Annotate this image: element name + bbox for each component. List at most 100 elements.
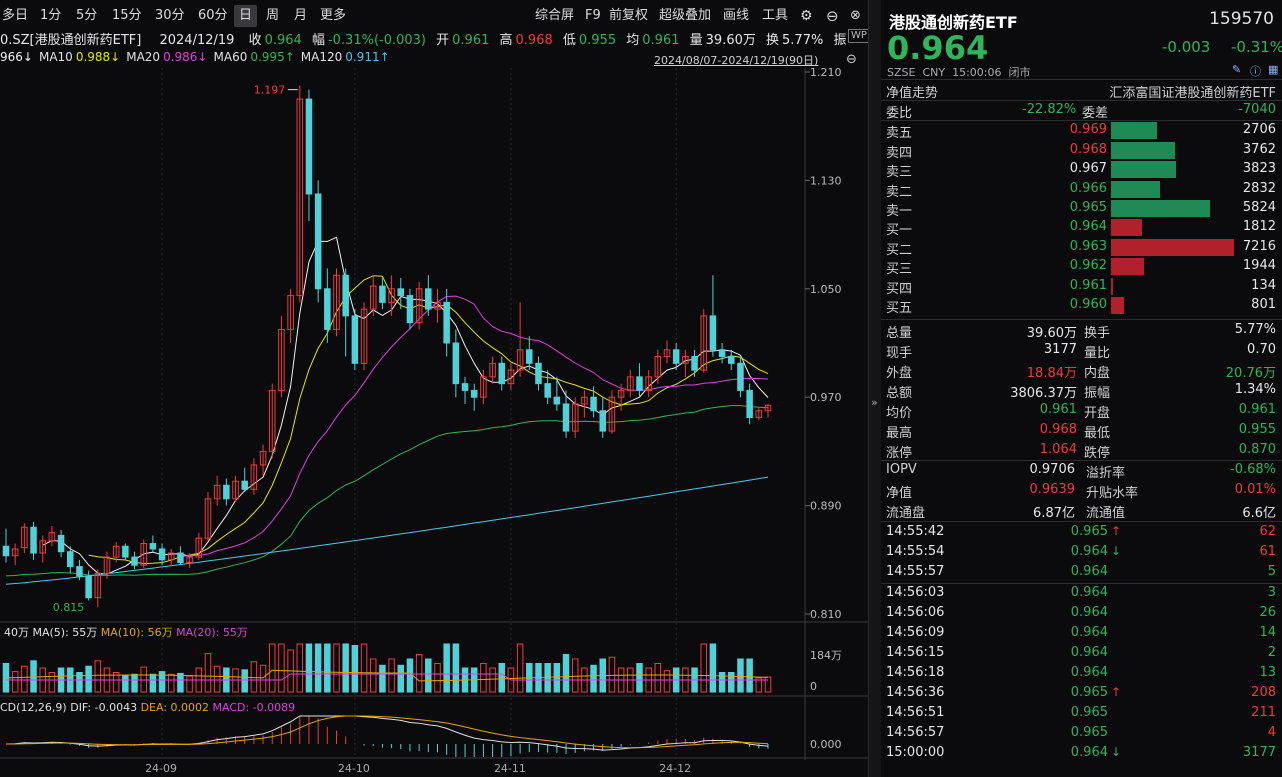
more-button[interactable]: 更多 bbox=[320, 5, 346, 27]
super-overlay-button[interactable]: 超级叠加 bbox=[659, 5, 711, 27]
tick-row: 14:55:42 0.965 ↑ 62 bbox=[881, 523, 1282, 543]
draw-line-button[interactable]: 画线 bbox=[723, 5, 749, 27]
period-30min[interactable]: 30分 bbox=[155, 5, 185, 27]
toggle-icon[interactable]: ⊖ bbox=[846, 52, 857, 67]
price-tick-label: 1.130 bbox=[810, 174, 842, 187]
bid-row[interactable]: 买二 0.963 7216 bbox=[881, 238, 1282, 258]
level-label: 买二 bbox=[886, 242, 913, 258]
volume-bar bbox=[709, 643, 717, 693]
tick-volume: 61 bbox=[1259, 544, 1276, 559]
volume-bar bbox=[654, 663, 662, 693]
period-multi-day[interactable]: 多日 bbox=[2, 5, 28, 27]
level-price: 0.969 bbox=[1069, 122, 1107, 137]
bid-row[interactable]: 买一 0.964 1812 bbox=[881, 218, 1282, 238]
volume-bar bbox=[498, 663, 506, 693]
separator bbox=[881, 521, 1282, 522]
tick-row: 14:56:57 0.965 4 bbox=[881, 724, 1282, 744]
webi-label: 委比 bbox=[886, 106, 913, 121]
date-range-link[interactable]: 2024/08/07-2024/12/19(90日) bbox=[654, 52, 818, 68]
ask-row[interactable]: 卖三 0.967 3823 bbox=[881, 160, 1282, 180]
tick-time: 14:55:42 bbox=[886, 524, 945, 539]
volume-bar bbox=[122, 674, 129, 693]
volume-bar bbox=[333, 643, 340, 693]
period-5min[interactable]: 5分 bbox=[76, 5, 97, 27]
forward-adjust-button[interactable]: 前复权 bbox=[609, 5, 648, 27]
bid-row[interactable]: 买五 0.960 801 bbox=[881, 296, 1282, 316]
edit-icon[interactable]: ✎ bbox=[1232, 63, 1241, 76]
level-volume: 7216 bbox=[1242, 238, 1276, 254]
quote-panel: 港股通创新药ETF 159570 0.964 -0.003 -0.31% SZS… bbox=[881, 0, 1282, 777]
security-code: 0.SZ[港股通创新药ETF] bbox=[0, 33, 142, 48]
level-volume: 5824 bbox=[1242, 200, 1276, 216]
level-price: 0.962 bbox=[1069, 258, 1107, 274]
avg-value: 0.961 bbox=[642, 33, 680, 48]
ask-row[interactable]: 卖二 0.966 2832 bbox=[881, 180, 1282, 200]
f9-button[interactable]: F9 bbox=[585, 5, 601, 27]
tick-volume: 4 bbox=[1267, 724, 1276, 740]
period-month[interactable]: 月 bbox=[294, 5, 307, 27]
candle-body bbox=[305, 98, 313, 195]
period-day[interactable]: 日 bbox=[234, 5, 258, 27]
grid-icon[interactable]: ▦ bbox=[1268, 63, 1278, 76]
stat-row: 总额 3806.37万 振幅 1.34% bbox=[881, 381, 1282, 401]
candle-body bbox=[562, 403, 570, 432]
expand-icon[interactable]: » bbox=[871, 396, 878, 409]
tick-volume: 5 bbox=[1267, 564, 1276, 579]
volume-bar bbox=[131, 673, 138, 693]
volume-bar bbox=[480, 663, 487, 693]
ask-row[interactable]: 卖一 0.965 5824 bbox=[881, 199, 1282, 219]
candle-body bbox=[746, 389, 753, 419]
amp-value: -0.31%(-0.003) bbox=[327, 33, 426, 48]
volume-bar bbox=[425, 658, 432, 693]
webi-row: 委比 -22.82% 委差 -7040 bbox=[881, 101, 1282, 121]
candle-body bbox=[314, 193, 322, 290]
open-label: 开 bbox=[436, 33, 450, 48]
bid-row[interactable]: 买四 0.961 134 bbox=[881, 277, 1282, 297]
close-icon[interactable]: ⊗ bbox=[850, 5, 861, 27]
candle-body bbox=[544, 383, 551, 398]
ask-row[interactable]: 卖五 0.969 2706 bbox=[881, 121, 1282, 141]
tick-price: 0.965 bbox=[1070, 684, 1108, 700]
tick-time: 14:56:03 bbox=[886, 584, 945, 600]
candle-body bbox=[406, 295, 414, 324]
period-15min[interactable]: 15分 bbox=[112, 5, 142, 27]
ma10-line bbox=[88, 275, 769, 565]
level-label: 卖三 bbox=[886, 165, 913, 181]
ma-value: 0.988↓ bbox=[75, 50, 121, 64]
wp-icon[interactable]: WP bbox=[848, 29, 868, 43]
tick-row: 14:56:36 0.965 ↑ 208 bbox=[881, 684, 1282, 704]
depth-bar bbox=[1111, 122, 1157, 139]
info-icon[interactable]: ⓘ bbox=[1250, 63, 1261, 79]
tick-row: 14:55:54 0.964 ↓ 61 bbox=[881, 543, 1282, 563]
ask-row[interactable]: 卖四 0.968 3762 bbox=[881, 141, 1282, 161]
panel-splitter[interactable]: » bbox=[868, 0, 881, 777]
composite-screen-button[interactable]: 综合屏 bbox=[535, 5, 574, 27]
candle-body bbox=[526, 349, 533, 364]
volume-bar bbox=[590, 664, 597, 693]
chart-svg: 24-09 24-10 24-11 24-121.2101.1301.0500.970… bbox=[0, 66, 868, 775]
period-1min[interactable]: 1分 bbox=[40, 5, 61, 27]
settings-icon[interactable]: ⚙ bbox=[800, 5, 813, 27]
tick-time: 14:56:15 bbox=[886, 644, 945, 660]
tick-price: 0.964 bbox=[1070, 644, 1108, 660]
minimize-icon[interactable]: ⊖ bbox=[826, 5, 839, 27]
candle-body bbox=[76, 566, 83, 577]
tick-volume: 13 bbox=[1259, 664, 1276, 680]
volume-bar bbox=[388, 658, 395, 693]
volume-bar bbox=[213, 665, 221, 693]
vol-label: 量 bbox=[689, 33, 703, 48]
level-price: 0.968 bbox=[1069, 141, 1107, 157]
bid-row[interactable]: 买三 0.962 1944 bbox=[881, 257, 1282, 277]
volume-bar bbox=[764, 676, 772, 693]
period-week[interactable]: 周 bbox=[266, 5, 279, 27]
price-tick-label: 1.050 bbox=[810, 283, 842, 296]
tools-button[interactable]: 工具 bbox=[762, 5, 788, 27]
stat-label: 现手 bbox=[886, 346, 913, 361]
candle-body bbox=[85, 575, 92, 599]
market: SZSE bbox=[887, 66, 916, 79]
nav-row[interactable]: 净值走势 汇添富国证港股通创新药ETF bbox=[881, 81, 1282, 101]
period-60min[interactable]: 60分 bbox=[198, 5, 228, 27]
stat-label: 总额 bbox=[886, 386, 913, 401]
stat-value: 20.76万 bbox=[1225, 366, 1276, 381]
tick-row: 15:00:00 0.964 ↓ 3177 bbox=[881, 744, 1282, 764]
